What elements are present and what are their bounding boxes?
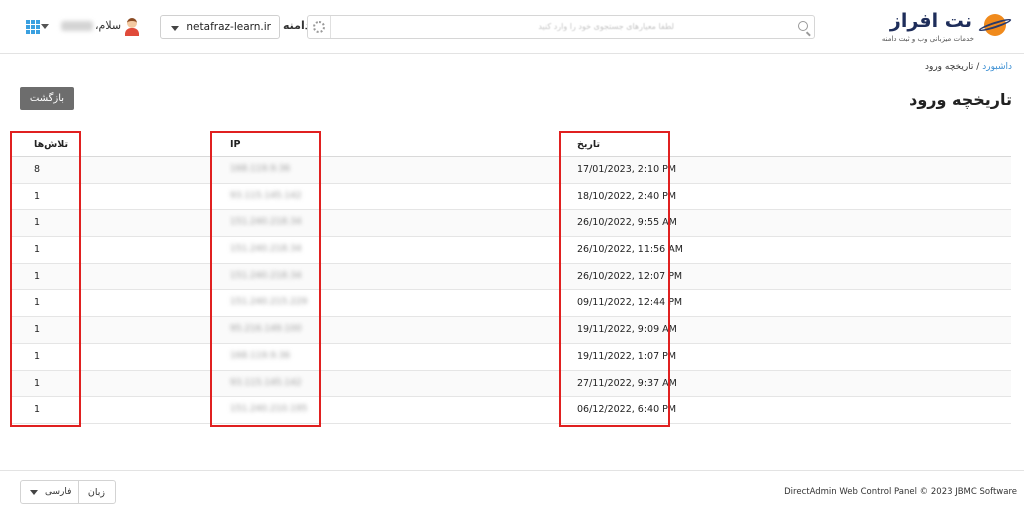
table-row: 27/11/2022, 9:37 AM 93.115.145.142 1 bbox=[12, 370, 1011, 398]
search-input[interactable]: لطفا معیارهای جستجوی خود را وارد کنید bbox=[307, 15, 815, 39]
language-select[interactable]: فارسی زبان bbox=[20, 480, 116, 504]
logo[interactable]: نت افراز خدمات میزبانی وب و ثبت دامنه bbox=[874, 8, 1013, 48]
table-header-row: تاریخ IP تلاش‌ها bbox=[12, 131, 1011, 157]
breadcrumb-separator: / bbox=[976, 62, 980, 72]
table-row: 19/11/2022, 9:09 AM 95.216.149.100 1 bbox=[12, 317, 1011, 344]
search-icon[interactable] bbox=[798, 21, 808, 31]
breadcrumb-home-link[interactable]: داشبورد bbox=[982, 62, 1012, 72]
back-button[interactable]: بازگشت bbox=[20, 87, 74, 110]
table-row: 17/01/2023, 2:10 PM 168.119.9.36 8 bbox=[12, 157, 1011, 184]
username-redacted bbox=[61, 21, 93, 31]
chevron-down-icon bbox=[30, 490, 38, 495]
user-greeting[interactable]: سلام، bbox=[95, 19, 121, 32]
top-header: سلام، netafraz-learn.ir دامنه لطفا معیار… bbox=[0, 0, 1024, 54]
gear-icon[interactable] bbox=[313, 21, 325, 33]
table-row: 06/12/2022, 6:40 PM 151.240.210.195 1 bbox=[12, 397, 1011, 424]
table-row: 19/11/2022, 1:07 PM 168.119.9.36 1 bbox=[12, 344, 1011, 371]
breadcrumb: داشبورد / تاریخچه ورود bbox=[925, 62, 1012, 72]
login-history-table: تاریخ IP تلاش‌ها 17/01/2023, 2:10 PM 168… bbox=[12, 131, 1011, 424]
domain-select-value: netafraz-learn.ir bbox=[186, 21, 271, 33]
highlight-box-ip bbox=[210, 131, 321, 427]
chevron-down-icon bbox=[171, 26, 179, 31]
search-placeholder: لطفا معیارهای جستجوی خود را وارد کنید bbox=[538, 22, 674, 31]
logo-tagline: خدمات میزبانی وب و ثبت دامنه bbox=[881, 35, 974, 43]
domain-select[interactable]: netafraz-learn.ir bbox=[160, 15, 280, 39]
table-row: 26/10/2022, 12:07 PM 151.240.218.34 1 bbox=[12, 263, 1011, 291]
table-row: 26/10/2022, 11:56 AM 151.240.218.34 1 bbox=[12, 237, 1011, 264]
table-row: 18/10/2022, 2:40 PM 93.115.145.142 1 bbox=[12, 184, 1011, 211]
highlight-box-date bbox=[559, 131, 670, 427]
apps-grid-icon[interactable] bbox=[26, 20, 40, 34]
breadcrumb-current: تاریخچه ورود bbox=[924, 62, 974, 72]
copyright-text: DirectAdmin Web Control Panel © 2023 JBM… bbox=[784, 487, 1017, 497]
highlight-box-attempts bbox=[10, 131, 81, 427]
footer: فارسی زبان DirectAdmin Web Control Panel… bbox=[0, 470, 1024, 510]
page-title: تاریخچه ورود bbox=[909, 90, 1012, 109]
table-row: 09/11/2022, 12:44 PM 151.240.215.229 1 bbox=[12, 290, 1011, 318]
language-label: زبان bbox=[87, 487, 105, 498]
avatar[interactable] bbox=[124, 16, 140, 36]
language-value: فارسی bbox=[45, 487, 72, 497]
table-row: 26/10/2022, 9:55 AM 151.240.218.34 1 bbox=[12, 210, 1011, 238]
chevron-down-icon[interactable] bbox=[41, 24, 49, 29]
logo-name: نت افراز bbox=[889, 10, 972, 32]
